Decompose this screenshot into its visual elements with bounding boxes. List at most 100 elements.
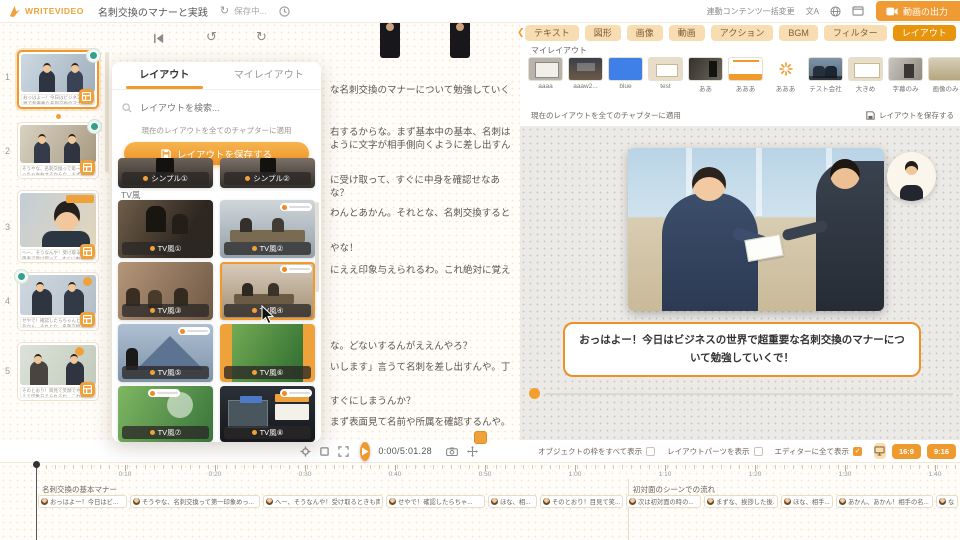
my-layout-item[interactable]: test [648, 57, 683, 103]
toggle-show-all-editor[interactable]: エディターに全て表示✓ [775, 446, 862, 457]
timeline-clip[interactable]: おっはよー！今日はビ... [38, 495, 127, 508]
popup-scrollbar[interactable] [315, 202, 319, 292]
redo-icon[interactable]: ↻ [256, 29, 267, 45]
script-line[interactable]: な名刺交換のマナーについて勉強していく [330, 82, 518, 96]
chapter-layout-button[interactable] [80, 382, 95, 397]
layout-item-simple-2[interactable]: シンプル② [220, 158, 315, 188]
add-chapter-dot[interactable] [56, 114, 61, 119]
timeline-clip[interactable]: へー、そうなんや！受け取るときも両... [263, 495, 383, 508]
script-line[interactable]: まず表面見て名前や所属を確認するんや。 [330, 414, 518, 428]
tab-video[interactable]: 動画 [669, 25, 705, 41]
panel-collapse-chevron[interactable]: ❮ [517, 27, 525, 38]
subtitle-box[interactable]: おっはよー！今日はビジネスの世界で超重要な名刺交換のマナーについて勉強していくで… [563, 322, 921, 377]
save-layout-link[interactable]: レイアウトを保存する [866, 110, 954, 121]
timeline-clip[interactable]: せやで！確認したらちゃ... [386, 495, 485, 508]
tab-layout-panel[interactable]: レイアウト [893, 25, 956, 41]
chapter-layout-button[interactable] [80, 244, 95, 259]
my-layout-item[interactable]: aaaw2... [568, 57, 603, 103]
chapter-label-2[interactable]: 初対面のシーンでの流れ [633, 484, 715, 495]
preview-seekbar[interactable] [545, 393, 953, 395]
layout-item-tv7[interactable]: TV風⑦ [118, 386, 213, 442]
chapter-card-1[interactable]: おっはよー！今日はビジネスの世界で超重要な名刺交換のマナーについて勉強していくで… [17, 50, 99, 109]
timeline-clip[interactable]: 次は初対面の時の... [626, 495, 701, 508]
script-line[interactable]: にええ印象与えられるわ。これ絶対に覚え [330, 262, 518, 276]
chapter-layout-button[interactable] [79, 89, 94, 104]
script-line[interactable]: やな！ [330, 240, 518, 254]
timeline-clip[interactable]: そのとおり！目見て笑... [540, 495, 623, 508]
history-clock-icon[interactable] [279, 6, 290, 17]
my-layout-item[interactable]: aaaa [528, 57, 563, 103]
timeline-clip[interactable]: ほな、相手... [781, 495, 833, 508]
tab-layout[interactable]: レイアウト [112, 62, 217, 89]
play-button[interactable] [360, 442, 370, 461]
script-line[interactable]: に受け取って、すぐに中身を確認せなあ [330, 172, 518, 186]
chapter-card-2[interactable]: そうやな、名刺交換って第一印象めっちゃ左右するからな。まず基本中の基本、名刺は.… [17, 122, 99, 179]
move-icon[interactable] [467, 446, 478, 457]
toggle-layout-parts[interactable]: レイアウトパーツを表示 [667, 446, 762, 457]
tab-image[interactable]: 画像 [627, 25, 663, 41]
checkbox-unchecked[interactable] [646, 447, 655, 456]
my-layout-item[interactable]: ああ [688, 57, 723, 103]
chapter-label-1[interactable]: 名刺交換の基本マナー [42, 484, 117, 495]
chapter-layout-button[interactable] [80, 312, 95, 327]
character-figure-2[interactable] [450, 20, 470, 58]
script-line[interactable]: わんとあかん。それとな、名刺交換すると [330, 205, 518, 219]
toggle-object-frames[interactable]: オブジェクトの枠をすべて表示 [538, 446, 655, 457]
my-layout-item[interactable]: 大きめ [848, 57, 883, 103]
chapter-layout-button[interactable] [80, 160, 95, 175]
layout-item-simple-1[interactable]: シンプル① [118, 158, 213, 188]
script-line[interactable]: 右するからな。まず基本中の基本、名刺は [330, 124, 518, 138]
tab-shape[interactable]: 図形 [585, 25, 621, 41]
my-layout-item[interactable]: 字幕のみ [888, 57, 923, 103]
checkbox-checked[interactable]: ✓ [853, 447, 862, 456]
tab-bgm[interactable]: BGM [779, 25, 818, 41]
layout-item-tv5[interactable]: TV風⑤ [118, 324, 213, 382]
export-video-button[interactable]: 動画の出力 [876, 1, 960, 21]
script-line[interactable]: な？ [330, 185, 518, 199]
fullscreen-icon[interactable] [338, 446, 349, 457]
app-logo[interactable]: WRITEVIDEO [8, 5, 84, 18]
ratio-16-9-button[interactable]: 16:9 [892, 444, 921, 459]
timeline-clip[interactable]: なる... [936, 495, 958, 508]
layout-item-tv3[interactable]: TV風③ [118, 262, 213, 320]
script-line[interactable]: いします」言うて名刺を差し出すんや。丁 [330, 359, 518, 373]
sidebar-scrollbar[interactable] [105, 52, 109, 172]
settings-icon[interactable] [300, 446, 311, 457]
tab-my-layout[interactable]: マイレイアウト [217, 62, 322, 89]
my-layout-item-loading[interactable]: あああ [768, 57, 803, 103]
apply-all-link[interactable]: 現在のレイアウトを全てのチャプターに適用 [112, 125, 321, 136]
stop-icon[interactable] [320, 447, 329, 456]
character-figure-1[interactable] [380, 20, 400, 58]
script-line[interactable]: な。どないするんがええんやろ？ [330, 338, 518, 352]
apply-all-link-right[interactable]: 現在のレイアウトを全てのチャプターに適用 [531, 110, 681, 121]
layout-item-tv6[interactable]: TV風⑥ [220, 324, 315, 382]
layout-item-tv2[interactable]: TV風② [220, 200, 315, 258]
layout-item-tv1[interactable]: TV風① [118, 200, 213, 258]
snapshot-camera-icon[interactable] [446, 447, 458, 456]
chapter-card-3[interactable]: へー、そうなんや！受け取るときも両手で受け取って、すぐに中身を確認せなあかんの？ [17, 190, 99, 263]
refresh-icon[interactable]: ↻ [220, 6, 229, 17]
chapter-card-5[interactable]: そのとおり！目見て笑顔でやったらええ印象与えられるわ。これ絶対に覚え... [17, 342, 99, 401]
tab-filter[interactable]: フィルター [824, 25, 887, 41]
preview-seek-handle[interactable] [529, 388, 540, 399]
presenter-avatar[interactable] [887, 152, 936, 201]
undo-icon[interactable]: ↺ [206, 29, 217, 45]
my-layout-item[interactable]: テスト会社 [808, 57, 843, 103]
timeline-clip[interactable]: そうやな、名刺交換って第一印象めっ... [130, 495, 260, 508]
tab-action[interactable]: アクション [711, 25, 774, 41]
timeline-clip[interactable]: ほな、相... [488, 495, 537, 508]
project-title[interactable]: 名刺交換のマナーと実践 [98, 4, 208, 19]
bulk-change-label[interactable]: 連動コンテンツ一括変更 [707, 6, 795, 17]
translate-icon[interactable]: 文A [806, 6, 819, 17]
timeline-clip[interactable]: まずな、挨拶した後... [704, 495, 778, 508]
layout-search-input[interactable] [138, 102, 311, 114]
my-layout-item[interactable]: あああ [728, 57, 763, 103]
ratio-9-16-button[interactable]: 9:16 [927, 444, 956, 459]
layout-item-tv8[interactable]: TV風⑧ [220, 386, 315, 442]
timeline-clip[interactable]: あかん、あかん！相手の名... [836, 495, 933, 508]
monitor-view-button[interactable] [874, 443, 886, 459]
chapter-card-4[interactable]: せやで！確認したらちゃんと覚えなあかん。それとな、名刺交換するときは... [17, 272, 99, 331]
my-layout-item[interactable]: 画像のみ [928, 57, 960, 103]
preview-stage-image[interactable] [628, 148, 884, 311]
checkbox-unchecked[interactable] [754, 447, 763, 456]
